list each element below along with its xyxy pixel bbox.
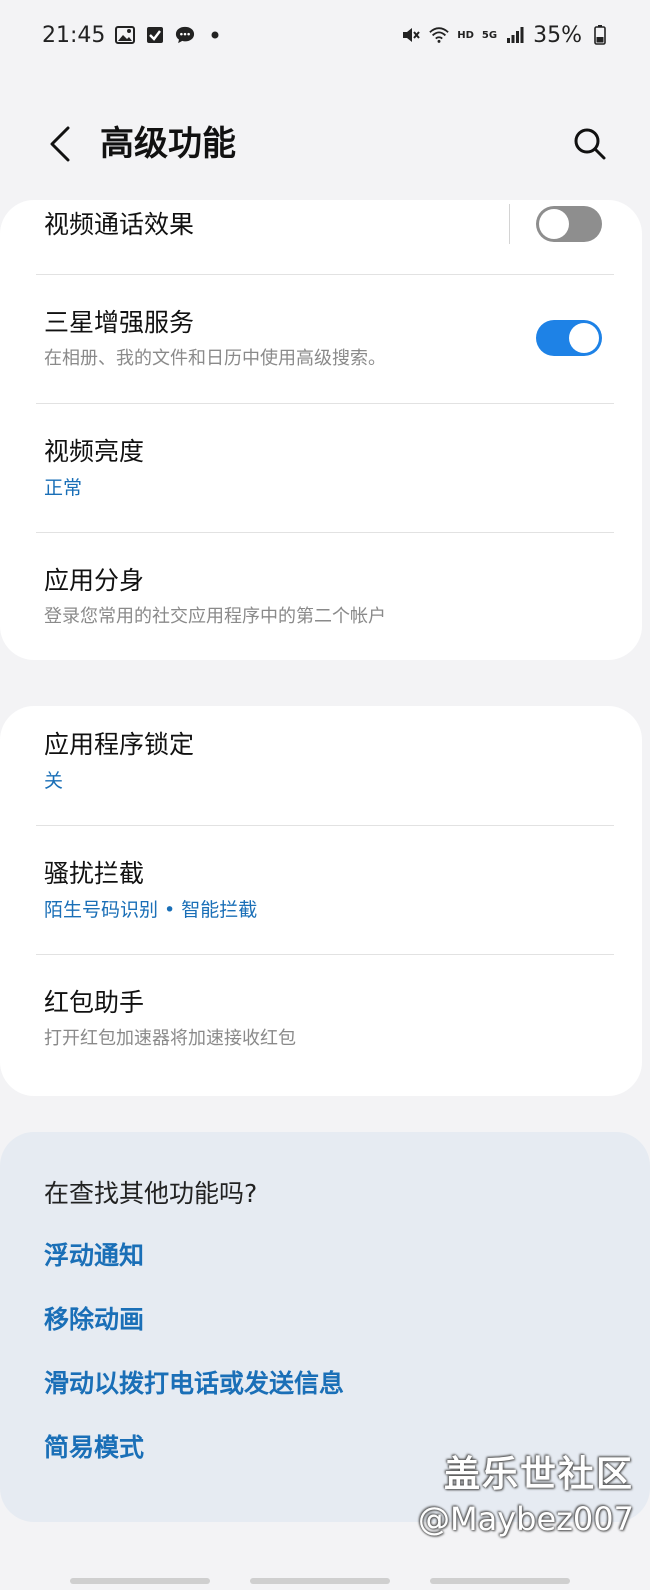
gallery-icon: [115, 25, 136, 45]
row-spam-blocking[interactable]: 骚扰拦截 陌生号码识别 • 智能拦截: [0, 857, 642, 923]
row-title: 应用程序锁定: [44, 730, 195, 759]
app-bar: 高级功能: [0, 100, 650, 190]
search-icon: [574, 128, 606, 160]
row-title: 应用分身: [44, 566, 145, 595]
nav-pill-left[interactable]: [70, 1578, 210, 1584]
wifi-icon: [429, 25, 449, 45]
row-value: 陌生号码识别 • 智能拦截: [44, 899, 258, 921]
mute-icon: [401, 25, 421, 45]
divider: [36, 274, 614, 275]
checkbox-notification-icon: [145, 25, 165, 45]
suggestions-title: 在查找其他功能吗?: [44, 1179, 258, 1208]
watermark-community: 盖乐世社区: [443, 1454, 634, 1495]
hd-label: HD: [457, 29, 474, 41]
toggle-separator: [509, 204, 510, 244]
watermark-handle: @Maybez007: [417, 1500, 634, 1538]
row-value: 正常: [44, 477, 83, 499]
battery-icon: [590, 25, 610, 45]
divider: [36, 825, 614, 826]
search-button[interactable]: [566, 120, 614, 168]
signal-icon: [505, 25, 525, 45]
row-subtitle: 打开红包加速器将加速接收红包: [44, 1028, 296, 1049]
link-floating-notifications[interactable]: 浮动通知: [44, 1236, 144, 1272]
row-video-brightness[interactable]: 视频亮度 正常: [0, 435, 642, 501]
toggle-knob: [569, 323, 599, 353]
page-title: 高级功能: [100, 124, 236, 164]
status-right: HD 5G 35%: [401, 23, 610, 48]
row-value: 关: [44, 770, 64, 792]
row-dual-messenger[interactable]: 应用分身 登录您常用的社交应用程序中的第二个帐户: [0, 564, 642, 630]
row-title: 骚扰拦截: [44, 859, 145, 888]
toggle-video-call-effects[interactable]: [536, 206, 602, 242]
chevron-left-icon: [50, 126, 70, 162]
divider: [36, 954, 614, 955]
nav-pill-center[interactable]: [250, 1578, 390, 1584]
settings-group-1: 视频通话效果 三星增强服务 在相册、我的文件和日历中使用高级搜索。 视频亮度 正…: [0, 200, 642, 660]
navigation-bar: [0, 1570, 650, 1590]
toggle-samsung-enhanced-services[interactable]: [536, 320, 602, 356]
link-easy-mode[interactable]: 简易模式: [44, 1428, 144, 1464]
nav-pill-right[interactable]: [430, 1578, 570, 1584]
status-left: 21:45: [42, 23, 225, 48]
link-swipe-to-call[interactable]: 滑动以拨打电话或发送信息: [44, 1364, 344, 1400]
status-time: 21:45: [42, 22, 106, 48]
row-subtitle: 登录您常用的社交应用程序中的第二个帐户: [44, 606, 386, 627]
dot-icon: [205, 25, 225, 45]
row-red-packet-assistant[interactable]: 红包助手 打开红包加速器将加速接收红包: [0, 986, 642, 1052]
row-app-lock[interactable]: 应用程序锁定 关: [0, 728, 642, 794]
row-title: 红包助手: [44, 988, 145, 1017]
status-bar: 21:45 HD 5G 35%: [0, 0, 650, 70]
divider: [36, 532, 614, 533]
battery-percent: 35%: [533, 22, 582, 48]
settings-group-2: 应用程序锁定 关 骚扰拦截 陌生号码识别 • 智能拦截 红包助手 打开红包加速器…: [0, 706, 642, 1096]
back-button[interactable]: [36, 120, 84, 168]
toggle-knob: [539, 209, 569, 239]
message-icon: [175, 25, 195, 45]
network-label: 5G: [481, 29, 498, 41]
divider: [36, 403, 614, 404]
link-remove-animations[interactable]: 移除动画: [44, 1300, 144, 1336]
row-title: 视频亮度: [44, 437, 145, 466]
